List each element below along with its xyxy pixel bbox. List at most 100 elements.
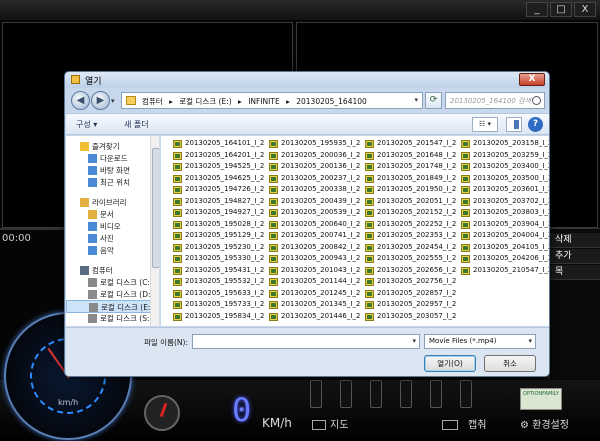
dialog-close-button[interactable]: X — [519, 73, 545, 86]
file-item[interactable]: 20130205_195028_I_2 — [173, 219, 269, 231]
capture-button[interactable]: 캡춰 — [442, 416, 486, 431]
nav-item[interactable]: 최근 위치 — [66, 176, 159, 189]
forward-button[interactable]: ▶ — [91, 91, 110, 110]
nav-item[interactable]: 음악 — [66, 244, 159, 257]
file-item[interactable]: 20130205_204004_I_2 — [461, 230, 549, 242]
minimize-button[interactable]: _ — [526, 2, 548, 17]
file-item[interactable]: 20130205_203904_I_2 — [461, 219, 549, 231]
history-dropdown-icon[interactable]: ▾ — [111, 97, 115, 105]
file-type-select[interactable]: Movie Files (*.mp4) ▾ — [424, 334, 536, 349]
file-item[interactable]: 20130205_204206_I_2 — [461, 253, 549, 265]
track-button[interactable] — [400, 380, 412, 408]
nav-item[interactable]: 문서 — [66, 208, 159, 221]
file-item[interactable]: 20130205_201345_I_2 — [269, 299, 365, 311]
maximize-button[interactable]: □ — [550, 2, 572, 17]
nav-item[interactable]: 로컬 디스크 (D:) — [66, 288, 159, 301]
file-item[interactable]: 20130205_164201_I_2 — [173, 150, 269, 162]
nav-item[interactable]: 비디오 — [66, 220, 159, 233]
breadcrumb-infinite[interactable]: INFINITE — [248, 97, 280, 106]
nav-item[interactable]: 사진 — [66, 232, 159, 245]
open-button[interactable]: 열기(O) — [424, 355, 476, 372]
cancel-button[interactable]: 취소 — [484, 355, 536, 372]
file-item[interactable]: 20130205_202252_I_2 — [365, 219, 461, 231]
nav-item[interactable]: 즐겨찾기 — [66, 140, 159, 153]
filename-input[interactable]: ▾ — [192, 334, 420, 349]
file-item[interactable]: 20130205_201144_I_2 — [269, 276, 365, 288]
chevron-down-icon[interactable]: ▾ — [414, 96, 418, 104]
nav-item[interactable]: 바탕 화면 — [66, 164, 159, 177]
nav-item[interactable]: 다운로드 — [66, 152, 159, 165]
file-item[interactable]: 20130205_200237_I_2 — [269, 173, 365, 185]
file-item[interactable]: 20130205_201950_I_2 — [365, 184, 461, 196]
breadcrumb-drive[interactable]: 로컬 디스크 (E:) — [179, 97, 231, 106]
file-item[interactable]: 20130205_202756_I_2 — [365, 276, 461, 288]
search-input[interactable]: 20130205_164100 검색 — [445, 92, 545, 109]
chevron-down-icon[interactable]: ▾ — [412, 337, 416, 345]
file-item[interactable]: 20130205_200640_I_2 — [269, 219, 365, 231]
breadcrumb-current-folder[interactable]: 20130205_164100 — [296, 97, 367, 106]
nav-item[interactable]: 로컬 디스크 (C:) — [66, 276, 159, 289]
file-item[interactable]: 20130205_202957_I_2 — [365, 299, 461, 311]
file-item[interactable]: 20130205_210547_I_2 — [461, 265, 549, 277]
file-item[interactable]: 20130205_164101_I_2 — [173, 138, 269, 150]
file-item[interactable]: 20130205_195935_I_2 — [269, 138, 365, 150]
file-item[interactable]: 20130205_201648_I_2 — [365, 150, 461, 162]
file-item[interactable]: 20130205_200338_I_2 — [269, 184, 365, 196]
file-item[interactable]: 20130205_201849_I_2 — [365, 173, 461, 185]
file-item[interactable]: 20130205_200741_I_2 — [269, 230, 365, 242]
file-item[interactable]: 20130205_202656_I_2 — [365, 265, 461, 277]
file-item[interactable]: 20130205_201748_I_2 — [365, 161, 461, 173]
delete-button[interactable]: 삭제 — [549, 233, 600, 248]
file-item[interactable]: 20130205_203158_I_2 — [461, 138, 549, 150]
organize-button[interactable]: 구성 ▾ — [76, 119, 97, 130]
file-item[interactable]: 20130205_204105_I_2 — [461, 242, 549, 254]
nav-item[interactable]: 로컬 디스크 (S:) — [66, 312, 159, 325]
file-item[interactable]: 20130205_195129_I_2 — [173, 230, 269, 242]
preview-pane-button[interactable] — [506, 117, 522, 132]
file-item[interactable]: 20130205_203702_I_2 — [461, 196, 549, 208]
map-button[interactable]: 지도 — [312, 416, 348, 431]
track-button[interactable] — [370, 380, 382, 408]
file-item[interactable]: 20130205_194827_I_2 — [173, 196, 269, 208]
file-item[interactable]: 20130205_201043_I_2 — [269, 265, 365, 277]
close-button[interactable]: X — [574, 2, 596, 17]
file-item[interactable]: 20130205_194625_I_2 — [173, 173, 269, 185]
file-item[interactable]: 20130205_203803_I_2 — [461, 207, 549, 219]
file-item[interactable]: 20130205_194726_I_2 — [173, 184, 269, 196]
file-item[interactable]: 20130205_194525_I_2 — [173, 161, 269, 173]
file-item[interactable]: 20130205_195330_I_2 — [173, 253, 269, 265]
file-item[interactable]: 20130205_194927_I_2 — [173, 207, 269, 219]
file-item[interactable]: 20130205_203601_I_2 — [461, 184, 549, 196]
track-button[interactable] — [310, 380, 322, 408]
breadcrumb-computer[interactable]: 컴퓨터 — [142, 97, 163, 106]
file-item[interactable]: 20130205_202857_I_2 — [365, 288, 461, 300]
file-item[interactable]: 20130205_202152_I_2 — [365, 207, 461, 219]
nav-item[interactable]: 컴퓨터 — [66, 264, 159, 277]
list-button[interactable]: 목 — [549, 265, 600, 280]
file-item[interactable]: 20130205_200036_I_2 — [269, 150, 365, 162]
file-item[interactable]: 20130205_200943_I_2 — [269, 253, 365, 265]
file-item[interactable]: 20130205_202454_I_2 — [365, 242, 461, 254]
file-item[interactable]: 20130205_203057_I_2 — [365, 311, 461, 323]
add-button[interactable]: 추가 — [549, 249, 600, 264]
address-bar[interactable]: 컴퓨터 ▸ 로컬 디스크 (E:) ▸ INFINITE ▸ 20130205_… — [121, 92, 423, 109]
nav-scrollbar[interactable] — [150, 136, 159, 326]
file-item[interactable]: 20130205_201446_I_2 — [269, 311, 365, 323]
file-item[interactable]: 20130205_201547_I_2 — [365, 138, 461, 150]
file-item[interactable]: 20130205_195230_I_2 — [173, 242, 269, 254]
nav-scrollbar-thumb[interactable] — [152, 148, 159, 268]
chevron-down-icon[interactable]: ▾ — [528, 337, 532, 345]
file-item[interactable]: 20130205_195633_I_2 — [173, 288, 269, 300]
file-item[interactable]: 20130205_203500_I_2 — [461, 173, 549, 185]
back-button[interactable]: ◀ — [71, 91, 90, 110]
file-item[interactable]: 20130205_195834_I_2 — [173, 311, 269, 323]
file-item[interactable]: 20130205_195532_I_2 — [173, 276, 269, 288]
file-item[interactable]: 20130205_200439_I_2 — [269, 196, 365, 208]
file-item[interactable]: 20130205_200136_I_2 — [269, 161, 365, 173]
view-options-button[interactable]: ☷ ▾ — [472, 117, 498, 132]
file-item[interactable]: 20130205_202555_I_2 — [365, 253, 461, 265]
nav-item[interactable]: 로컬 디스크 (E:) — [66, 300, 159, 313]
settings-button[interactable]: ⚙ 환경설정 — [520, 416, 569, 431]
track-button[interactable] — [430, 380, 442, 408]
file-item[interactable]: 20130205_195431_I_2 — [173, 265, 269, 277]
